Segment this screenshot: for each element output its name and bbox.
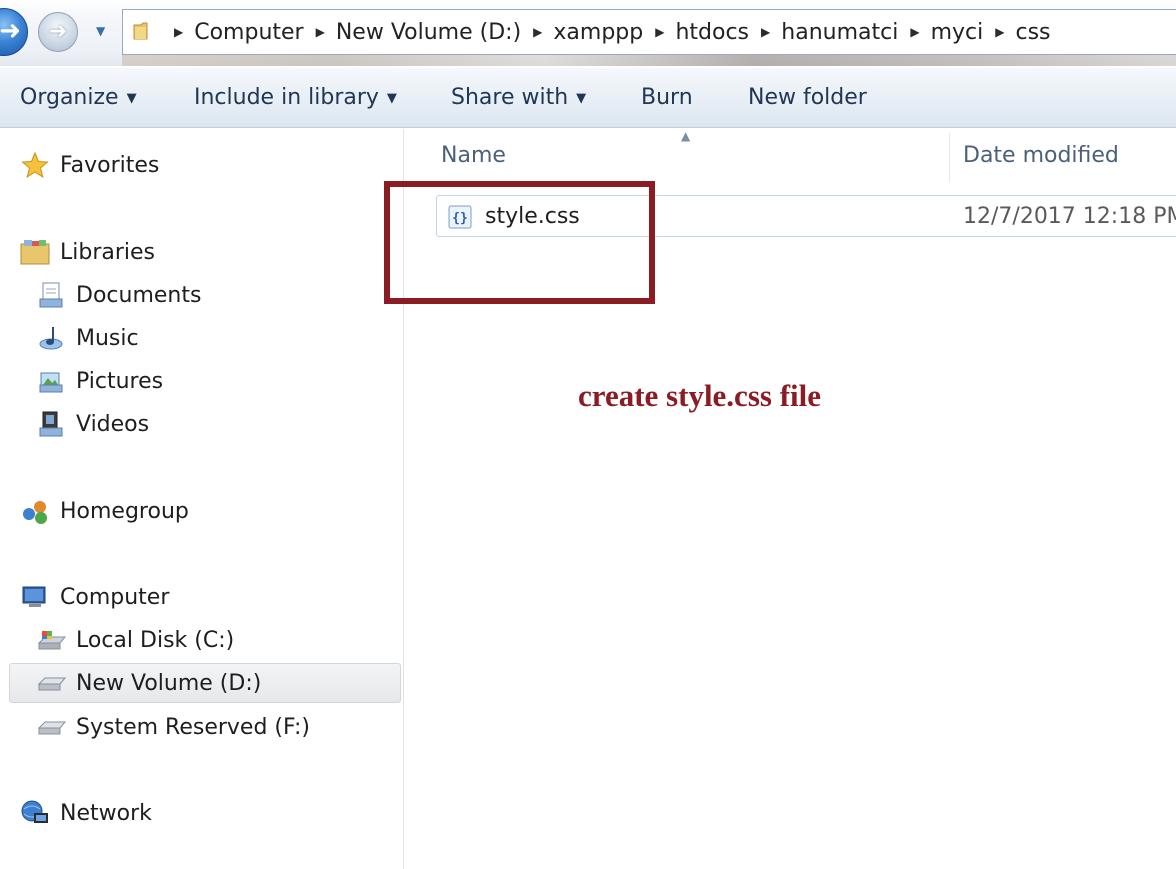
nav-label-videos: Videos	[76, 411, 150, 437]
drive-icon	[36, 712, 66, 742]
share-with-label: Share with	[451, 85, 569, 110]
share-with-button[interactable]: Share with ▼	[451, 68, 586, 128]
breadcrumb-htdocs[interactable]: htdocs	[675, 20, 749, 45]
breadcrumb-computer[interactable]: Computer	[194, 20, 303, 45]
sort-ascending-icon: ▲	[681, 129, 691, 143]
address-bar[interactable]: ▶ Computer ▶ New Volume (D:) ▶ xamppp ▶ …	[122, 9, 1176, 55]
file-date-modified: 12/7/2017 12:18 PM	[963, 204, 1176, 229]
chevron-right-icon[interactable]: ▶	[995, 25, 1004, 39]
command-bar: Organize ▼ Include in library ▼ Share with…	[0, 68, 1176, 128]
nav-item-computer[interactable]: Computer	[20, 577, 169, 617]
nav-label-network: Network	[60, 800, 152, 826]
breadcrumb-myci[interactable]: myci	[931, 20, 984, 45]
computer-icon	[20, 582, 50, 612]
back-button[interactable]: ➜	[0, 8, 28, 56]
new-folder-label: New folder	[748, 85, 867, 110]
back-arrow-icon: ➜	[0, 16, 21, 46]
column-header-date-modified[interactable]: Date modified	[963, 143, 1119, 168]
homegroup-icon	[20, 496, 50, 526]
drive-icon	[36, 668, 66, 698]
nav-item-network[interactable]: Network	[20, 793, 152, 833]
caret-down-icon: ▼	[126, 91, 137, 106]
column-header-row: ▲ Name Date modified	[405, 129, 1176, 185]
navigation-pane: Favorites Libraries Documents Music Pict…	[0, 129, 404, 869]
pictures-icon	[36, 366, 66, 396]
forward-arrow-icon: ➜	[48, 19, 68, 44]
nav-item-pictures[interactable]: Pictures	[36, 361, 163, 401]
recent-pages-dropdown-icon[interactable]: ▼	[96, 24, 112, 40]
include-in-library-label: Include in library	[194, 85, 379, 110]
nav-label-music: Music	[76, 325, 139, 351]
nav-label-new-volume: New Volume (D:)	[76, 670, 262, 696]
organize-button[interactable]: Organize ▼	[20, 68, 137, 128]
music-icon	[36, 323, 66, 353]
videos-icon	[36, 409, 66, 439]
breadcrumb-new-volume[interactable]: New Volume (D:)	[336, 20, 521, 45]
caret-down-icon: ▼	[576, 91, 587, 106]
breadcrumb-xamppp[interactable]: xamppp	[553, 20, 643, 45]
chevron-right-icon[interactable]: ▶	[910, 25, 919, 39]
nav-item-system-reserved[interactable]: System Reserved (F:)	[36, 707, 310, 747]
nav-item-videos[interactable]: Videos	[36, 404, 149, 444]
blurred-background-strip	[122, 55, 1176, 66]
burn-button[interactable]: Burn	[641, 68, 693, 128]
caret-down-icon: ▼	[386, 91, 397, 106]
nav-item-music[interactable]: Music	[36, 318, 139, 358]
include-in-library-button[interactable]: Include in library ▼	[194, 68, 397, 128]
column-divider[interactable]	[949, 133, 950, 181]
address-row: ➜ ➜ ▼ ▶ Computer ▶ New Volume (D:) ▶ xam…	[0, 0, 1176, 66]
nav-label-computer: Computer	[60, 584, 170, 610]
burn-label: Burn	[641, 85, 693, 110]
chevron-right-icon[interactable]: ▶	[761, 25, 770, 39]
system-drive-icon	[36, 625, 66, 655]
breadcrumb-hanumatci[interactable]: hanumatci	[781, 20, 898, 45]
chevron-right-icon[interactable]: ▶	[655, 25, 664, 39]
nav-label-favorites: Favorites	[60, 152, 160, 178]
nav-label-system-reserved: System Reserved (F:)	[76, 714, 310, 740]
documents-icon	[36, 280, 66, 310]
nav-item-documents[interactable]: Documents	[36, 275, 201, 315]
nav-label-documents: Documents	[76, 282, 202, 308]
annotation-text: create style.css file	[578, 378, 822, 413]
star-icon	[20, 150, 50, 180]
breadcrumb: ▶ Computer ▶ New Volume (D:) ▶ xamppp ▶ …	[171, 10, 1051, 54]
libraries-icon	[20, 237, 50, 267]
nav-item-favorites[interactable]: Favorites	[20, 145, 159, 185]
chevron-right-icon[interactable]: ▶	[316, 25, 325, 39]
nav-label-libraries: Libraries	[60, 239, 156, 265]
network-icon	[20, 798, 50, 828]
nav-item-new-volume[interactable]: New Volume (D:)	[9, 663, 401, 703]
chevron-right-icon[interactable]: ▶	[174, 25, 183, 39]
nav-label-local-disk: Local Disk (C:)	[76, 627, 235, 653]
folder-icon	[133, 22, 148, 40]
nav-label-pictures: Pictures	[76, 368, 164, 394]
highlight-box	[384, 181, 655, 304]
nav-item-libraries[interactable]: Libraries	[20, 232, 155, 272]
nav-item-homegroup[interactable]: Homegroup	[20, 491, 189, 531]
new-folder-button[interactable]: New folder	[748, 68, 867, 128]
column-header-name[interactable]: Name	[441, 143, 506, 168]
organize-label: Organize	[20, 85, 119, 110]
forward-button[interactable]: ➜	[38, 12, 78, 52]
chevron-right-icon[interactable]: ▶	[533, 25, 542, 39]
nav-label-homegroup: Homegroup	[60, 498, 189, 524]
breadcrumb-css[interactable]: css	[1015, 20, 1050, 45]
nav-item-local-disk[interactable]: Local Disk (C:)	[36, 620, 234, 660]
